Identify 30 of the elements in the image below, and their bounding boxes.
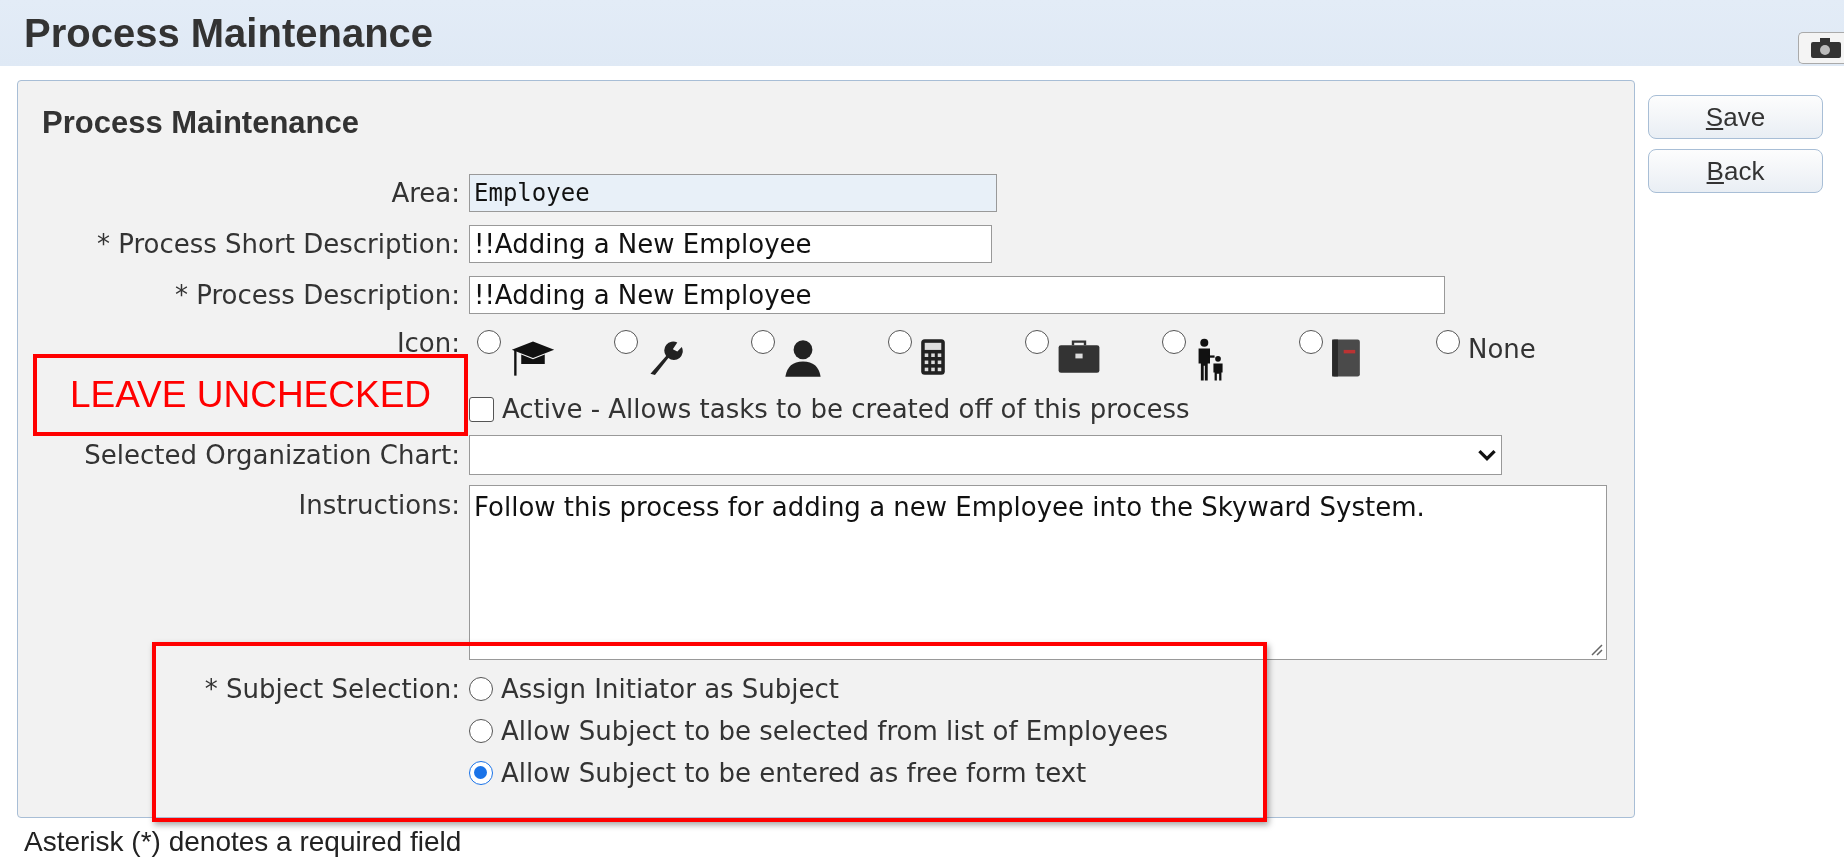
calculator-icon	[920, 338, 946, 376]
area-field[interactable]: Employee	[469, 173, 997, 212]
panel-title: Process Maintenance	[42, 105, 361, 141]
person-icon	[783, 338, 823, 378]
camera-icon	[1811, 38, 1841, 58]
book-icon	[1331, 338, 1361, 378]
action-button[interactable]: Save	[1648, 95, 1823, 139]
active-checkbox[interactable]: Active - Allows tasks to be created off of this process	[469, 394, 1190, 424]
icon-option[interactable]: None	[1436, 330, 1573, 364]
description-field[interactable]: !!Adding a New Employee	[469, 275, 1445, 314]
resize-grip-icon	[1589, 642, 1603, 656]
field-label: * Subject Selection:	[203, 673, 460, 704]
camera-button[interactable]	[1798, 32, 1844, 64]
subject-option[interactable]: Assign Initiator as Subject	[469, 674, 1610, 704]
instructions-field[interactable]: Follow this process for adding a new Employee into the Skyward System.	[469, 485, 1607, 660]
field-label: * Process Description:	[174, 279, 460, 310]
action-button[interactable]: Back	[1648, 149, 1823, 193]
field-label: Area:	[390, 177, 460, 208]
required-field-note: Asterisk (*) denotes a required field	[24, 828, 462, 856]
field-label: Selected Organization Chart:	[83, 440, 460, 470]
annotation-label: LEAVE UNCHECKED	[33, 354, 468, 436]
subject-option[interactable]: Allow Subject to be selected from list of Employees	[469, 716, 1610, 746]
subject-option[interactable]: Allow Subject to be entered as free form text	[469, 758, 1610, 788]
briefcase-icon	[1057, 338, 1101, 374]
page-title: Process Maintenance	[24, 10, 434, 56]
chevron-down-icon	[1477, 448, 1497, 462]
organization-chart-select[interactable]	[469, 435, 1502, 475]
short-description-field[interactable]: !!Adding a New Employee	[469, 224, 992, 263]
field-label: * Process Short Description:	[95, 228, 460, 259]
field-label: Instructions:	[297, 489, 460, 520]
